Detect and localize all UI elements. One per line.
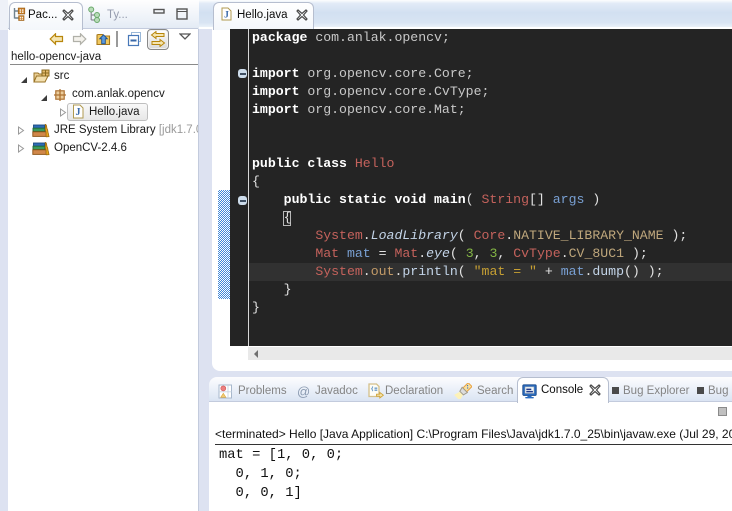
svg-text:J: J [224,11,229,21]
svg-text:J: J [76,107,81,118]
